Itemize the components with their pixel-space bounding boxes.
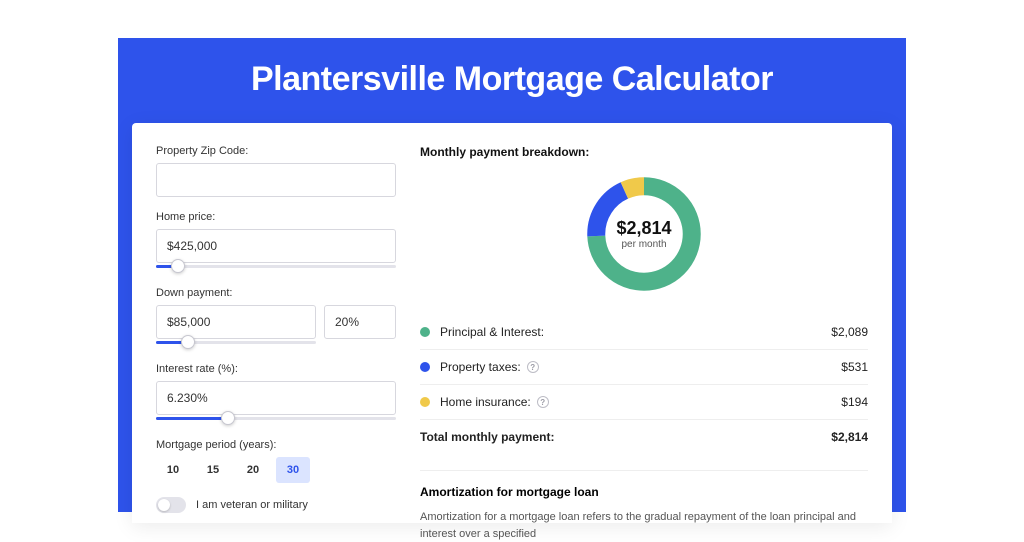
period-button-20[interactable]: 20 <box>236 457 270 483</box>
hero-banner: Plantersville Mortgage Calculator Proper… <box>118 38 906 512</box>
line-item-value: $194 <box>841 395 868 409</box>
line-item-ins: Home insurance:?$194 <box>420 384 868 419</box>
line-item-tax: Property taxes:?$531 <box>420 349 868 384</box>
calculator-card: Property Zip Code: Home price: Down paym… <box>132 123 892 523</box>
interest-rate-slider[interactable] <box>156 413 396 425</box>
line-item-label: Home insurance:? <box>440 395 841 409</box>
interest-rate-input[interactable] <box>156 381 396 415</box>
line-item-value: $531 <box>841 360 868 374</box>
breakdown-panel: Monthly payment breakdown: $2,814 per mo… <box>420 145 868 523</box>
home-price-label: Home price: <box>156 211 396 223</box>
line-item-value: $2,089 <box>831 325 868 339</box>
payment-donut-chart: $2,814 per month <box>581 171 707 297</box>
period-button-15[interactable]: 15 <box>196 457 230 483</box>
line-item-pi: Principal & Interest:$2,089 <box>420 315 868 349</box>
breakdown-title: Monthly payment breakdown: <box>420 145 868 159</box>
donut-total: $2,814 <box>616 218 671 239</box>
period-button-30[interactable]: 30 <box>276 457 310 483</box>
zip-input[interactable] <box>156 163 396 197</box>
down-payment-label: Down payment: <box>156 287 396 299</box>
total-label: Total monthly payment: <box>420 430 831 444</box>
amortization-title: Amortization for mortgage loan <box>420 485 868 499</box>
veteran-toggle[interactable] <box>156 497 186 513</box>
veteran-label: I am veteran or military <box>196 499 308 511</box>
interest-rate-label: Interest rate (%): <box>156 363 396 375</box>
legend-dot-yellow <box>420 397 430 407</box>
line-item-label: Principal & Interest: <box>440 325 831 339</box>
home-price-slider[interactable] <box>156 261 396 273</box>
mortgage-period-label: Mortgage period (years): <box>156 439 396 451</box>
legend-dot-blue <box>420 362 430 372</box>
amortization-section: Amortization for mortgage loan Amortizat… <box>420 470 868 542</box>
mortgage-period-group: 10152030 <box>156 457 396 483</box>
info-icon[interactable]: ? <box>527 361 539 373</box>
down-payment-pct-input[interactable] <box>324 305 396 339</box>
home-price-input[interactable] <box>156 229 396 263</box>
total-row: Total monthly payment: $2,814 <box>420 419 868 454</box>
down-payment-slider[interactable] <box>156 337 316 349</box>
info-icon[interactable]: ? <box>537 396 549 408</box>
page-title: Plantersville Mortgage Calculator <box>251 60 773 99</box>
line-item-label: Property taxes:? <box>440 360 841 374</box>
form-panel: Property Zip Code: Home price: Down paym… <box>156 145 396 523</box>
amortization-text: Amortization for a mortgage loan refers … <box>420 509 868 542</box>
donut-sub: per month <box>621 239 666 250</box>
period-button-10[interactable]: 10 <box>156 457 190 483</box>
legend-dot-green <box>420 327 430 337</box>
down-payment-input[interactable] <box>156 305 316 339</box>
total-value: $2,814 <box>831 430 868 444</box>
zip-label: Property Zip Code: <box>156 145 396 157</box>
